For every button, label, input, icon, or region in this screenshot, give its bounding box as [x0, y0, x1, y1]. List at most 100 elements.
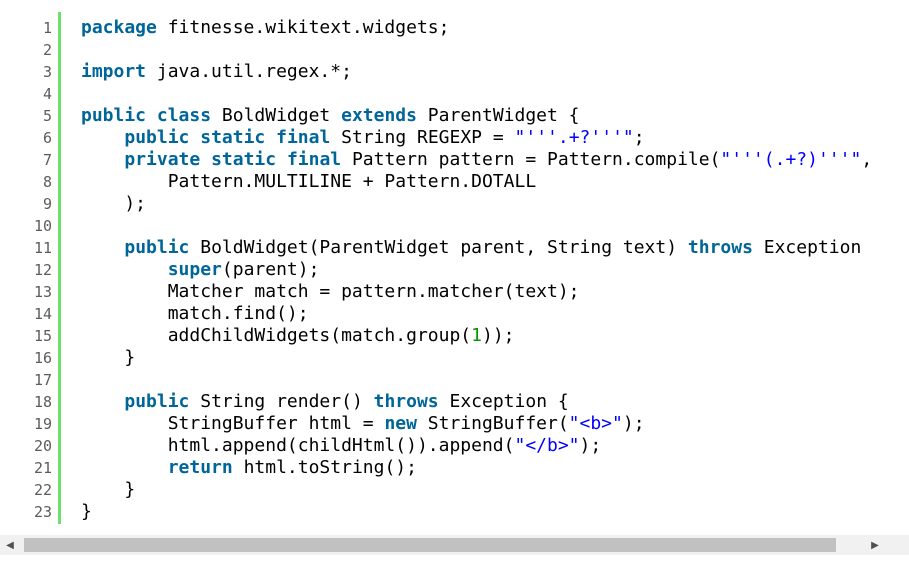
code-token: Pattern.MULTILINE + Pattern.DOTALL	[81, 171, 537, 192]
line-number: 18	[33, 393, 52, 411]
code-token: Exception	[752, 237, 862, 258]
keyword-token: public	[124, 127, 190, 148]
keyword-token: class	[156, 105, 212, 126]
line-number: 5	[42, 107, 52, 125]
code-token: fitnesse.wikitext.widgets;	[156, 17, 450, 38]
keyword-token: public	[124, 237, 190, 258]
code-token: Pattern pattern = Pattern.compile(	[341, 149, 721, 170]
line-number: 11	[33, 239, 52, 257]
keyword-token: import	[81, 61, 147, 82]
code-token: BoldWidget(ParentWidget parent, String t…	[189, 237, 688, 258]
code-token: StringBuffer html =	[81, 413, 385, 434]
code-token: Exception {	[438, 391, 569, 412]
code-line: package fitnesse.wikitext.widgets;	[81, 17, 872, 39]
code-line: }	[81, 501, 872, 523]
keyword-token: return	[167, 457, 233, 478]
code-line: }	[81, 347, 872, 369]
code-editor[interactable]: 1 2 3 4 5 6 7 8 9 10 11 12 13 14 15 16 17 18 19 20 21 22 23 pa…	[0, 0, 909, 530]
keyword-token: new	[384, 413, 417, 434]
line-number: 12	[33, 261, 52, 279]
code-token: ParentWidget {	[416, 105, 580, 126]
line-number: 1	[42, 19, 52, 37]
line-number: 21	[33, 459, 52, 477]
code-line: import java.util.regex.*;	[81, 61, 872, 83]
line-number: 7	[42, 151, 52, 169]
line-number: 6	[42, 129, 52, 147]
code-line: public String render() throws Exception …	[81, 391, 872, 413]
code-line: html.append(childHtml()).append("</b>");	[81, 435, 872, 457]
code-token: Matcher match = pattern.matcher(text);	[81, 281, 580, 302]
keyword-token: final	[286, 149, 342, 170]
code-line: match.find();	[81, 303, 872, 325]
code-token: addChildWidgets(match.group(	[81, 325, 472, 346]
code-token: ));	[481, 325, 515, 346]
horizontal-scrollbar[interactable]: ◀ ▶	[0, 535, 909, 555]
string-token: "</b>"	[514, 435, 580, 456]
line-number: 10	[33, 217, 52, 235]
code-area[interactable]: package fitnesse.wikitext.widgets; import…	[81, 17, 872, 523]
code-token: BoldWidget	[211, 105, 342, 126]
code-token: html.toString();	[232, 457, 417, 478]
keyword-token: extends	[341, 105, 417, 126]
scroll-right-arrow-icon[interactable]: ▶	[865, 535, 885, 555]
code-token: (parent);	[221, 259, 320, 280]
gutter-divider	[58, 12, 61, 524]
code-line: public class BoldWidget extends ParentWi…	[81, 105, 872, 127]
line-number: 16	[33, 349, 52, 367]
keyword-token: public	[124, 391, 190, 412]
string-token: "'''(.+?)'''"	[720, 149, 862, 170]
line-number: 22	[33, 481, 52, 499]
code-token: ,	[861, 149, 873, 170]
keyword-token: static	[211, 149, 277, 170]
code-token: StringBuffer(	[416, 413, 569, 434]
code-line: StringBuffer html = new StringBuffer("<b…	[81, 413, 872, 435]
line-number-gutter: 1 2 3 4 5 6 7 8 9 10 11 12 13 14 15 16 17 18 19 20 21 22 23	[0, 17, 52, 523]
keyword-token: throws	[373, 391, 439, 412]
code-token: }	[81, 347, 136, 368]
code-token: html.append(childHtml()).append(	[81, 435, 515, 456]
scrollbar-thumb[interactable]	[24, 538, 836, 552]
line-number: 4	[42, 85, 52, 103]
line-number: 15	[33, 327, 52, 345]
code-line: return html.toString();	[81, 457, 872, 479]
code-token: );	[579, 435, 602, 456]
code-line: public static final String REGEXP = "'''…	[81, 127, 872, 149]
line-number: 3	[42, 63, 52, 81]
keyword-token: private	[124, 149, 201, 170]
code-token: }	[81, 479, 136, 500]
line-number: 2	[42, 41, 52, 59]
keyword-token: throws	[687, 237, 753, 258]
code-line: Matcher match = pattern.matcher(text);	[81, 281, 872, 303]
code-line: );	[81, 193, 872, 215]
code-line: addChildWidgets(match.group(1));	[81, 325, 872, 347]
code-token: );	[81, 193, 147, 214]
string-token: "'''.+?'''"	[514, 127, 634, 148]
number-token: 1	[471, 325, 482, 346]
keyword-token: public	[81, 105, 147, 126]
line-number: 14	[33, 305, 52, 323]
code-line: public BoldWidget(ParentWidget parent, S…	[81, 237, 872, 259]
code-token: match.find();	[81, 303, 309, 324]
code-token: }	[81, 501, 92, 522]
keyword-token: static	[200, 127, 266, 148]
line-number: 20	[33, 437, 52, 455]
line-number: 8	[42, 173, 52, 191]
scroll-left-arrow-icon[interactable]: ◀	[0, 535, 20, 555]
line-number: 13	[33, 283, 52, 301]
code-token: );	[622, 413, 645, 434]
line-number: 19	[33, 415, 52, 433]
keyword-token: super	[167, 259, 222, 280]
code-line: }	[81, 479, 872, 501]
code-token: String render()	[189, 391, 374, 412]
code-token: ;	[633, 127, 645, 148]
code-line: Pattern.MULTILINE + Pattern.DOTALL	[81, 171, 872, 193]
